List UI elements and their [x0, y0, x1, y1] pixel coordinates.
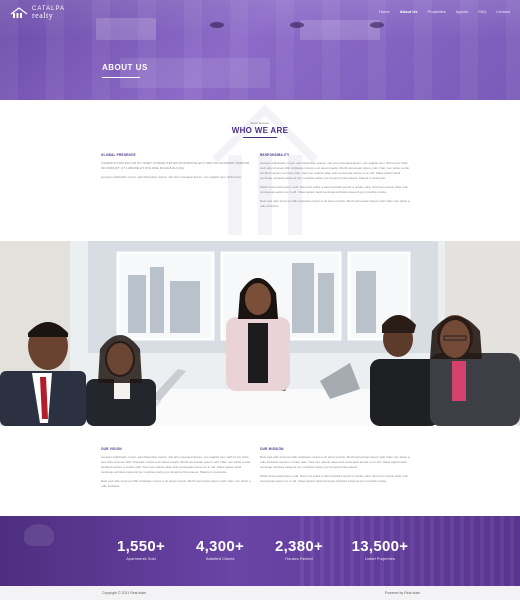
- title-underline: [102, 77, 140, 78]
- vision-heading: OUR VISION: [101, 447, 122, 451]
- copyright-text: Copyright © 2021 Real state: [102, 591, 147, 595]
- nav-agents[interactable]: Agents: [456, 9, 468, 14]
- stat-houses-rented: 2,380+ Houses Rented: [259, 538, 339, 561]
- stool-shape: [370, 22, 384, 28]
- hero-banner: CATALPA realty Home About Us Properties …: [0, 0, 520, 100]
- section-title-who-we-are: WHO WE ARE: [231, 126, 289, 135]
- brand-line-2: realty: [32, 11, 54, 20]
- stat-listed-properties: 13,500+ Listed Properties: [340, 538, 420, 561]
- section-divider: [243, 137, 277, 138]
- site-logo[interactable]: CATALPA realty: [10, 6, 65, 20]
- mission-block: OUR MISSION Duis sed odio sit amet nibh …: [260, 447, 410, 488]
- nav-home[interactable]: Home: [379, 9, 390, 14]
- responsibility-heading: RESPONSIBILITY: [260, 153, 290, 157]
- stool-shape: [290, 22, 304, 28]
- global-presence-block: GLOBAL PRESENCE LOREM IPSUM DOLOR SIT AM…: [101, 153, 251, 184]
- stool-shape: [210, 22, 224, 28]
- main-navigation: Home About Us Properties Agents FAQ Cont…: [379, 9, 510, 14]
- vision-text-1: Aenean sollicitudin, lorem quis bibendum…: [101, 455, 251, 474]
- stat-label: Listed Properties: [364, 556, 395, 561]
- stat-number: 4,300+: [195, 538, 245, 555]
- stat-label: Apartments Sold: [126, 556, 156, 561]
- site-footer: Copyright © 2021 Real state Powered by R…: [0, 586, 520, 600]
- responsibility-text-1: Aenean sollicitudin, lorem quis bibendum…: [260, 161, 410, 180]
- kitchen-cabinet-shape: [96, 18, 156, 40]
- stat-satisfied-clients: 4,300+ Satisfied Clients: [180, 538, 260, 561]
- responsibility-block: RESPONSIBILITY Aenean sollicitudin, lore…: [260, 153, 410, 213]
- stat-label: Satisfied Clients: [205, 556, 235, 561]
- responsibility-text-2: Morbi accumsan ipsum velit. Nam nec tell…: [260, 185, 408, 194]
- stat-number: 2,380+: [274, 538, 324, 555]
- nav-faq[interactable]: FAQ: [478, 9, 486, 14]
- mission-text-2: Morbi accumsan ipsum velit. Nam nec tell…: [260, 474, 408, 483]
- powered-by-link[interactable]: Powered by Real state: [385, 591, 420, 595]
- nav-properties[interactable]: Properties: [428, 9, 446, 14]
- mission-text-1: Duis sed odio sit amet nibh vulputate cu…: [260, 455, 410, 469]
- mission-heading: OUR MISSION: [260, 447, 284, 451]
- vision-block: OUR VISION Aenean sollicitudin, lorem qu…: [101, 447, 251, 493]
- global-presence-text-2: Aenean sollicitudin, lorem quis bibendum…: [101, 175, 242, 179]
- stat-number: 13,500+: [351, 538, 409, 555]
- house-roof-logo-icon: [10, 7, 28, 18]
- kitchen-cabinet-shape: [300, 20, 380, 40]
- page-title: ABOUT US: [102, 63, 148, 72]
- nav-contact[interactable]: Contact: [496, 9, 510, 14]
- section-kicker: Real Estate: [250, 121, 270, 125]
- stat-apartments-sold: 1,550+ Apartments Sold: [101, 538, 181, 561]
- stat-number: 1,550+: [116, 538, 166, 555]
- team-meeting-illustration: [0, 241, 520, 426]
- global-presence-heading: GLOBAL PRESENCE: [101, 153, 136, 157]
- responsibility-text-3: Duis sed odio sit amet nibh vulputate cu…: [260, 199, 410, 208]
- global-presence-text-1: LOREM IPSUM DOLOR SIT AMET CONSECTETUR A…: [101, 161, 250, 170]
- team-photo: [0, 241, 520, 426]
- lamp-background-shape: [24, 524, 54, 546]
- vision-text-2: Duis sed odio sit amet nibh vulputate cu…: [101, 479, 251, 488]
- nav-about-us[interactable]: About Us: [400, 9, 418, 14]
- stat-label: Houses Rented: [285, 556, 313, 561]
